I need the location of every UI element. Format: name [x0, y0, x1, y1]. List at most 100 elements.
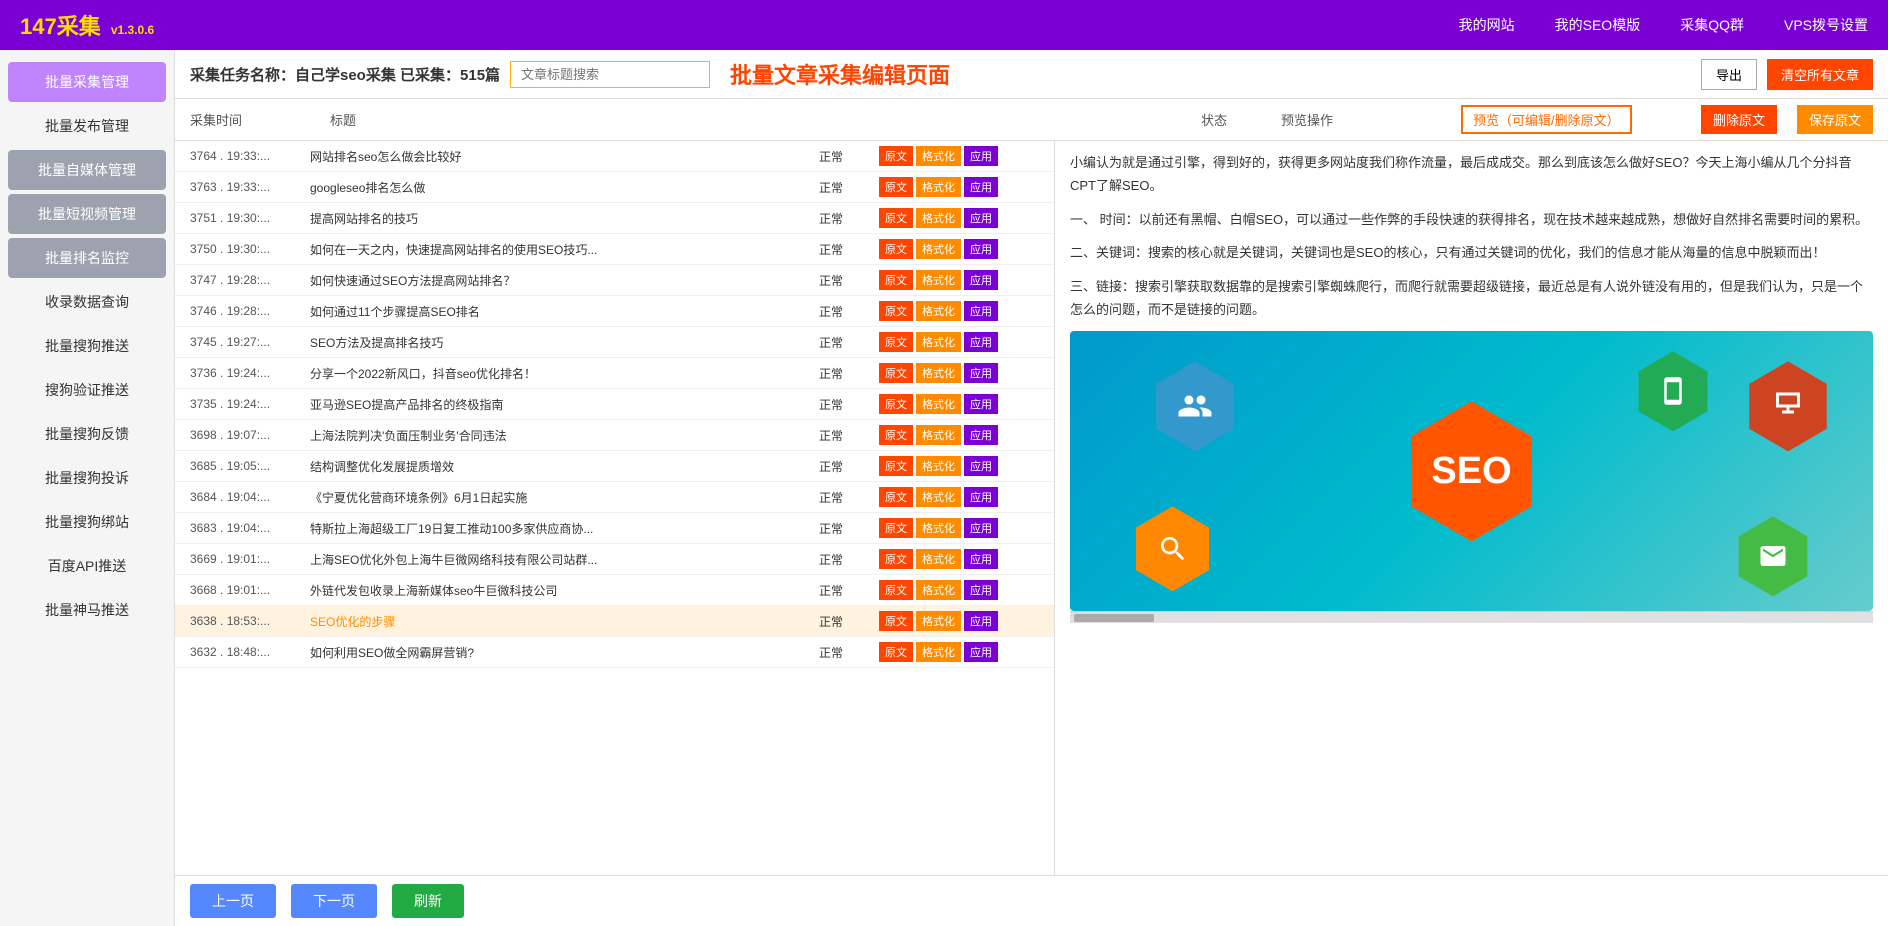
table-row[interactable]: 3684 . 19:04:... 《宁夏优化营商环境条例》6月1日起实施 正常 … — [175, 482, 1054, 513]
btn-yuanwen-13[interactable]: 原文 — [879, 549, 913, 569]
btn-yuanwen-1[interactable]: 原文 — [879, 177, 913, 197]
btn-geishi-12[interactable]: 格式化 — [916, 518, 961, 538]
btn-yingyu-3[interactable]: 应用 — [964, 239, 998, 259]
btn-yingyu-14[interactable]: 应用 — [964, 580, 998, 600]
btn-yuanwen-15[interactable]: 原文 — [879, 611, 913, 631]
row-actions: 原文 格式化 应用 — [879, 642, 1039, 662]
btn-yingyu-4[interactable]: 应用 — [964, 270, 998, 290]
btn-yuanwen-4[interactable]: 原文 — [879, 270, 913, 290]
sidebar-item-baidu-api[interactable]: 百度API推送 — [8, 546, 166, 586]
nav-qq-group[interactable]: 采集QQ群 — [1680, 15, 1744, 35]
btn-yingyu-7[interactable]: 应用 — [964, 363, 998, 383]
table-row[interactable]: 3632 . 18:48:... 如何利用SEO做全网霸屏营销? 正常 原文 格… — [175, 637, 1054, 668]
sidebar-item-batch-sougou-feedback[interactable]: 批量搜狗反馈 — [8, 414, 166, 454]
btn-yingyu-9[interactable]: 应用 — [964, 425, 998, 445]
sidebar-item-batch-sougou-complaint[interactable]: 批量搜狗投诉 — [8, 458, 166, 498]
btn-yuanwen-10[interactable]: 原文 — [879, 456, 913, 476]
btn-geishi-6[interactable]: 格式化 — [916, 332, 961, 352]
nav-vps[interactable]: VPS拨号设置 — [1784, 15, 1868, 35]
btn-yuanwen-2[interactable]: 原文 — [879, 208, 913, 228]
table-row[interactable]: 3736 . 19:24:... 分享一个2022新风口，抖音seo优化排名！ … — [175, 358, 1054, 389]
btn-geishi-14[interactable]: 格式化 — [916, 580, 961, 600]
btn-yingyu-10[interactable]: 应用 — [964, 456, 998, 476]
table-row[interactable]: 3685 . 19:05:... 结构调整优化发展提质增效 正常 原文 格式化 … — [175, 451, 1054, 482]
table-row[interactable]: 3668 . 19:01:... 外链代发包收录上海新媒体seo牛巨微科技公司 … — [175, 575, 1054, 606]
nav-mysite[interactable]: 我的网站 — [1459, 15, 1515, 35]
btn-yingyu-13[interactable]: 应用 — [964, 549, 998, 569]
btn-geishi-9[interactable]: 格式化 — [916, 425, 961, 445]
table-row[interactable]: 3669 . 19:01:... 上海SEO优化外包上海牛巨微网络科技有限公司站… — [175, 544, 1054, 575]
table-row[interactable]: 3751 . 19:30:... 提高网站排名的技巧 正常 原文 格式化 应用 — [175, 203, 1054, 234]
btn-yingyu-2[interactable]: 应用 — [964, 208, 998, 228]
btn-yingyu-16[interactable]: 应用 — [964, 642, 998, 662]
btn-yuanwen-9[interactable]: 原文 — [879, 425, 913, 445]
table-row[interactable]: 3698 . 19:07:... 上海法院判决'负面压制业务'合同违法 正常 原… — [175, 420, 1054, 451]
sidebar-item-batch-shenma[interactable]: 批量神马推送 — [8, 590, 166, 630]
btn-yuanwen-0[interactable]: 原文 — [879, 146, 913, 166]
clear-all-button[interactable]: 清空所有文章 — [1767, 59, 1873, 90]
btn-geishi-10[interactable]: 格式化 — [916, 456, 961, 476]
article-table: 3764 . 19:33:... 网站排名seo怎么做会比较好 正常 原文 格式… — [175, 141, 1055, 875]
header: 147采集 v1.3.0.6 我的网站 我的SEO模版 采集QQ群 VPS拨号设… — [0, 0, 1888, 50]
btn-yingyu-12[interactable]: 应用 — [964, 518, 998, 538]
table-row[interactable]: 3747 . 19:28:... 如何快速通过SEO方法提高网站排名？ 正常 原… — [175, 265, 1054, 296]
table-row[interactable]: 3750 . 19:30:... 如何在一天之内，快速提高网站排名的使用SEO技… — [175, 234, 1054, 265]
sidebar-item-sougou-verify[interactable]: 搜狗验证推送 — [8, 370, 166, 410]
save-original-button[interactable]: 保存原文 — [1797, 105, 1873, 134]
btn-yuanwen-5[interactable]: 原文 — [879, 301, 913, 321]
btn-yingyu-15[interactable]: 应用 — [964, 611, 998, 631]
btn-geishi-5[interactable]: 格式化 — [916, 301, 961, 321]
search-input[interactable] — [510, 61, 710, 88]
sidebar-item-batch-rank[interactable]: 批量排名监控 — [8, 238, 166, 278]
table-row[interactable]: 3746 . 19:28:... 如何通过11个步骤提高SEO排名 正常 原文 … — [175, 296, 1054, 327]
btn-geishi-1[interactable]: 格式化 — [916, 177, 961, 197]
sidebar-item-batch-video[interactable]: 批量短视频管理 — [8, 194, 166, 234]
table-row[interactable]: 3735 . 19:24:... 亚马逊SEO提高产品排名的终极指南 正常 原文… — [175, 389, 1054, 420]
table-row[interactable]: 3763 . 19:33:... googleseo排名怎么做 正常 原文 格式… — [175, 172, 1054, 203]
next-page-button[interactable]: 下一页 — [291, 884, 377, 918]
btn-yuanwen-11[interactable]: 原文 — [879, 487, 913, 507]
btn-geishi-15[interactable]: 格式化 — [916, 611, 961, 631]
btn-yuanwen-3[interactable]: 原文 — [879, 239, 913, 259]
btn-geishi-4[interactable]: 格式化 — [916, 270, 961, 290]
prev-page-button[interactable]: 上一页 — [190, 884, 276, 918]
table-row[interactable]: 3683 . 19:04:... 特斯拉上海超级工厂19日复工推动100多家供应… — [175, 513, 1054, 544]
btn-geishi-13[interactable]: 格式化 — [916, 549, 961, 569]
sidebar-item-record-query[interactable]: 收录数据查询 — [8, 282, 166, 322]
btn-geishi-7[interactable]: 格式化 — [916, 363, 961, 383]
btn-yuanwen-6[interactable]: 原文 — [879, 332, 913, 352]
btn-yingyu-11[interactable]: 应用 — [964, 487, 998, 507]
btn-yuanwen-14[interactable]: 原文 — [879, 580, 913, 600]
sidebar-item-batch-sougou-bind[interactable]: 批量搜狗绑站 — [8, 502, 166, 542]
btn-geishi-2[interactable]: 格式化 — [916, 208, 961, 228]
btn-yingyu-6[interactable]: 应用 — [964, 332, 998, 352]
table-row[interactable]: 3764 . 19:33:... 网站排名seo怎么做会比较好 正常 原文 格式… — [175, 141, 1054, 172]
btn-yuanwen-7[interactable]: 原文 — [879, 363, 913, 383]
btn-yuanwen-12[interactable]: 原文 — [879, 518, 913, 538]
btn-geishi-16[interactable]: 格式化 — [916, 642, 961, 662]
sidebar-item-batch-sougou-push[interactable]: 批量搜狗推送 — [8, 326, 166, 366]
btn-geishi-3[interactable]: 格式化 — [916, 239, 961, 259]
btn-yuanwen-16[interactable]: 原文 — [879, 642, 913, 662]
btn-yingyu-8[interactable]: 应用 — [964, 394, 998, 414]
btn-yuanwen-8[interactable]: 原文 — [879, 394, 913, 414]
delete-original-button[interactable]: 删除原文 — [1701, 105, 1777, 134]
nav-seo-template[interactable]: 我的SEO模版 — [1555, 15, 1641, 35]
sidebar-item-batch-publish[interactable]: 批量发布管理 — [8, 106, 166, 146]
btn-geishi-8[interactable]: 格式化 — [916, 394, 961, 414]
export-button[interactable]: 导出 — [1701, 59, 1757, 90]
preview-section-1: 一、 时间：以前还有黑帽、白帽SEO，可以通过一些作弊的手段快速的获得排名，现在… — [1070, 208, 1873, 231]
btn-geishi-11[interactable]: 格式化 — [916, 487, 961, 507]
btn-yingyu-1[interactable]: 应用 — [964, 177, 998, 197]
table-row[interactable]: 3638 . 18:53:... SEO优化的步骤 正常 原文 格式化 应用 — [175, 606, 1054, 637]
btn-yingyu-5[interactable]: 应用 — [964, 301, 998, 321]
scrollbar-thumb[interactable] — [1074, 614, 1154, 622]
btn-yingyu-0[interactable]: 应用 — [964, 146, 998, 166]
table-row[interactable]: 3745 . 19:27:... SEO方法及提高排名技巧 正常 原文 格式化 … — [175, 327, 1054, 358]
preview-editable-label[interactable]: 预览（可编辑/删除原文） — [1461, 105, 1632, 134]
btn-geishi-0[interactable]: 格式化 — [916, 146, 961, 166]
sidebar-item-batch-media[interactable]: 批量自媒体管理 — [8, 150, 166, 190]
sidebar-item-batch-collect[interactable]: 批量采集管理 — [8, 62, 166, 102]
refresh-button[interactable]: 刷新 — [392, 884, 464, 918]
horizontal-scrollbar[interactable] — [1070, 611, 1873, 623]
